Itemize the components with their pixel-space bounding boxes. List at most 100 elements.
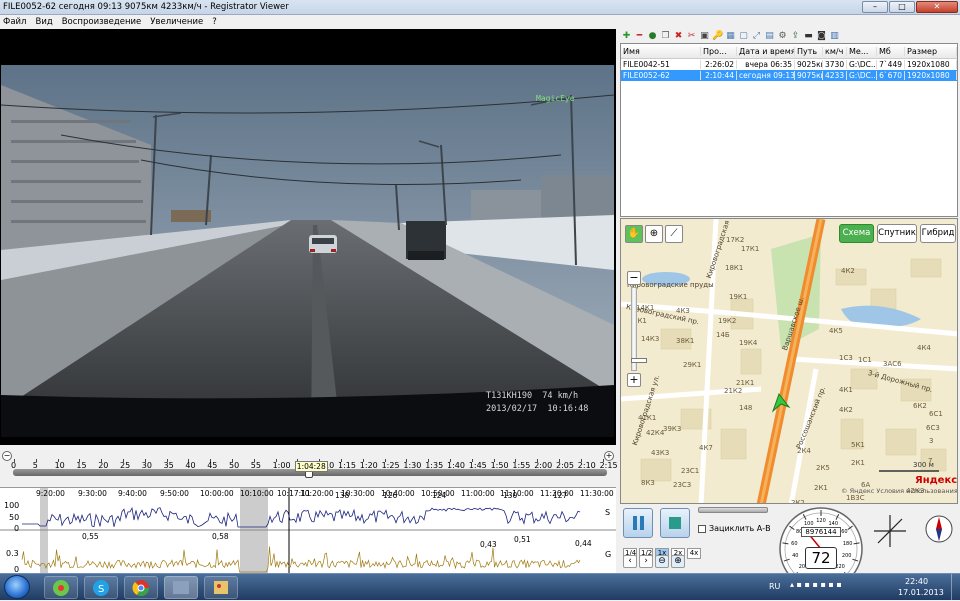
remove-icon[interactable]: ━ bbox=[634, 31, 645, 42]
export-icon[interactable]: ⇪ bbox=[790, 31, 801, 42]
clock-tick: 10:20:00 bbox=[300, 489, 334, 498]
map-zoom-control[interactable]: − + bbox=[627, 271, 647, 387]
map-building-label: 43К3 bbox=[651, 449, 670, 457]
map-zoom-out-button[interactable]: − bbox=[627, 271, 641, 285]
video-panel[interactable]: MagicEye T131KH190 74 km/h 2013/02/17 10… bbox=[0, 29, 616, 445]
clock-tick: 11:00:00 bbox=[461, 489, 495, 498]
map-building-label: 6К2 bbox=[913, 402, 927, 410]
video-frame[interactable]: MagicEye T131KH190 74 km/h 2013/02/17 10… bbox=[1, 65, 614, 437]
col-size[interactable]: Размер bbox=[905, 46, 957, 56]
skip-region bbox=[240, 488, 268, 574]
map-copyright[interactable]: © Яндекс Условия использования bbox=[841, 487, 957, 495]
col-name[interactable]: Имя bbox=[621, 46, 701, 56]
close-button[interactable]: ✕ bbox=[916, 1, 958, 13]
camera-icon[interactable]: ◙ bbox=[816, 31, 827, 42]
speed-button[interactable]: 4x bbox=[687, 548, 701, 559]
map-pan-hand-icon[interactable]: ✋ bbox=[625, 225, 643, 243]
map-zoom-knob[interactable] bbox=[631, 358, 647, 363]
timeline-zoom-in-icon[interactable]: + bbox=[604, 451, 614, 461]
file-cell: 6`670 bbox=[877, 71, 905, 80]
show-desktop-button[interactable] bbox=[951, 574, 960, 600]
map-building-label: 4К2 bbox=[839, 406, 853, 414]
loop-ab-checkbox[interactable] bbox=[698, 525, 706, 533]
fullscreen-icon[interactable]: ⤢ bbox=[751, 31, 762, 42]
zoom-out-video-icon[interactable]: ⊖ bbox=[655, 555, 669, 568]
col-datetime[interactable]: Дата и время bbox=[737, 46, 795, 56]
pause-button[interactable] bbox=[623, 508, 653, 538]
timeline-tick-mark bbox=[253, 459, 255, 462]
file-row[interactable]: FILE0052-622:10:44сегодня 09:139075км423… bbox=[621, 70, 957, 81]
skype-icon[interactable]: S bbox=[84, 576, 118, 599]
clock-time[interactable]: 22:40 bbox=[905, 577, 928, 586]
map-zoom-in-button[interactable]: + bbox=[627, 373, 641, 387]
map-type-hybrid[interactable]: Гибрид bbox=[920, 224, 956, 243]
globe-icon[interactable]: ● bbox=[647, 31, 658, 42]
map-building-label: 6С1 bbox=[929, 410, 943, 418]
crop-icon[interactable]: ▢ bbox=[738, 31, 749, 42]
cut-icon[interactable]: ✂ bbox=[686, 31, 697, 42]
film-icon[interactable]: ▬ bbox=[803, 31, 814, 42]
next-frame-icon[interactable]: › bbox=[639, 555, 653, 568]
chrome-icon[interactable] bbox=[124, 576, 158, 599]
screenshot-icon[interactable]: ▦ bbox=[725, 31, 736, 42]
maximize-button[interactable]: □ bbox=[889, 1, 915, 13]
key-icon[interactable]: 🔑 bbox=[712, 31, 723, 42]
stop-button[interactable] bbox=[660, 508, 690, 538]
timeline-tick-mark bbox=[101, 459, 103, 462]
map-view[interactable]: 17К2 17К1 18К1 19К1 19К2 14К1 14К3 3К1 4К3 38К1 14… bbox=[620, 218, 958, 504]
volume-slider[interactable] bbox=[698, 507, 768, 513]
telemetry-graphs[interactable]: 9:20:00 9:30:00 9:40:00 9:50:00 10:00:00 10:1… bbox=[0, 487, 616, 574]
tray-icons[interactable]: ▴ ▪ ▪ ▪ ▪ ▪ ▪ bbox=[790, 580, 842, 589]
timeline-tick-mark bbox=[471, 459, 473, 462]
right-panel: ✚ ━ ● ❐ ✖ ✂ ▣ 🔑 ▦ ▢ ⤢ ▤ ⚙ ⇪ ▬ ◙ ▥ Имя Про... Дата и врем… bbox=[618, 15, 960, 591]
file-cell: сегодня 09:13 bbox=[739, 71, 795, 80]
menu-view[interactable]: Вид bbox=[35, 17, 52, 27]
start-button-icon[interactable] bbox=[4, 575, 30, 599]
col-kmh[interactable]: км/ч bbox=[823, 46, 847, 56]
clock-date[interactable]: 17.01.2013 bbox=[898, 588, 944, 597]
icq-icon[interactable] bbox=[44, 576, 78, 599]
dial-mark: 200 bbox=[841, 553, 852, 560]
col-mb[interactable]: Мб bbox=[877, 46, 905, 56]
map-building-label: 23С1 bbox=[681, 467, 700, 475]
menu-zoom[interactable]: Увеличение bbox=[150, 17, 203, 27]
map-type-scheme[interactable]: Схема bbox=[839, 224, 874, 243]
telemetry-svg[interactable]: 9:20:00 9:30:00 9:40:00 9:50:00 10:00:00 10:1… bbox=[0, 488, 616, 574]
menu-help[interactable]: ? bbox=[212, 17, 217, 27]
minimize-button[interactable]: – bbox=[862, 1, 888, 13]
paint-icon[interactable] bbox=[204, 576, 238, 599]
map-ruler-icon[interactable]: ⟋ bbox=[665, 225, 683, 243]
map-zoom-slider[interactable] bbox=[631, 287, 647, 371]
registrator-viewer-taskbar-icon[interactable] bbox=[164, 576, 198, 599]
menu-file[interactable]: Файл bbox=[3, 17, 26, 27]
timeline-zoom-out-icon[interactable]: − bbox=[2, 451, 12, 461]
g-peak-label: 0,51 bbox=[514, 535, 531, 544]
map-canvas[interactable] bbox=[621, 219, 958, 504]
timeline[interactable]: − + 05101520253035404550551:001:051:101:… bbox=[0, 447, 618, 487]
accelerometer-icon bbox=[874, 515, 906, 547]
menu-playback[interactable]: Воспроизведение bbox=[62, 17, 142, 27]
g-series bbox=[21, 546, 581, 573]
chart-icon[interactable]: ▥ bbox=[829, 31, 840, 42]
file-list[interactable]: Имя Про... Дата и время Путь км/ч Ме... … bbox=[620, 43, 958, 217]
map-zoom-rect-icon[interactable]: ⊕ bbox=[645, 225, 663, 243]
file-row[interactable]: FILE0042-512:26:02вчера 06:359025км3730G… bbox=[621, 59, 957, 70]
map-building-label: 29К1 bbox=[683, 361, 702, 369]
prev-frame-icon[interactable]: ‹ bbox=[623, 555, 637, 568]
g-axis-03: 0.3 bbox=[6, 549, 19, 558]
zoom-in-video-icon[interactable]: ⊕ bbox=[671, 555, 685, 568]
timeline-tick-mark bbox=[580, 459, 582, 462]
col-path[interactable]: Путь bbox=[795, 46, 823, 56]
g-peak-label: 0,43 bbox=[480, 540, 497, 549]
save-icon[interactable]: ▣ bbox=[699, 31, 710, 42]
col-duration[interactable]: Про... bbox=[701, 46, 737, 56]
stack-icon[interactable]: ▤ bbox=[764, 31, 775, 42]
language-indicator[interactable]: RU bbox=[769, 582, 780, 591]
delete-icon[interactable]: ✖ bbox=[673, 31, 684, 42]
map-type-satellite[interactable]: Спутник bbox=[877, 224, 917, 243]
settings-icon[interactable]: ⚙ bbox=[777, 31, 788, 42]
add-icon[interactable]: ✚ bbox=[621, 31, 632, 42]
compass-icon bbox=[925, 515, 953, 543]
col-location[interactable]: Ме... bbox=[847, 46, 877, 56]
copy-icon[interactable]: ❐ bbox=[660, 31, 671, 42]
